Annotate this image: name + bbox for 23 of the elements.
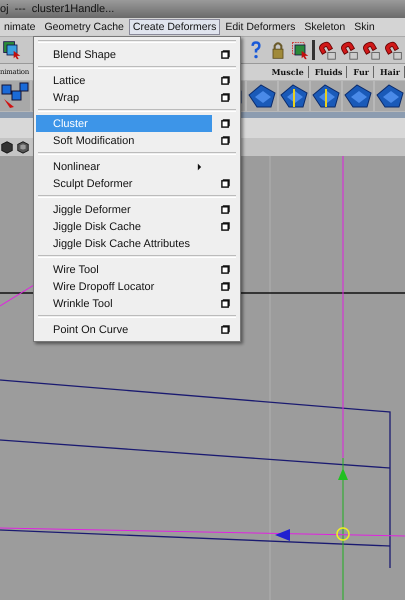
- menu-bar-item[interactable]: Geometry Cache: [40, 19, 128, 35]
- window-title: oj --- cluster1Handle...: [0, 3, 114, 15]
- menu-bar-item[interactable]: Skin: [350, 19, 379, 35]
- menu-item[interactable]: Lattice: [36, 72, 238, 89]
- shelf-tab[interactable]: Fluids: [310, 66, 348, 78]
- menu-item[interactable]: Wrinkle Tool: [36, 295, 238, 312]
- menu-item[interactable]: Sculpt Deformer: [36, 175, 238, 192]
- menu-item[interactable]: Wire Tool: [36, 261, 238, 278]
- shelf-tab[interactable]: Fur: [349, 66, 374, 78]
- shelf-tab[interactable]: Muscle: [268, 66, 309, 78]
- menu-item[interactable]: Nonlinear: [36, 158, 238, 175]
- menu-bar-item[interactable]: Create Deformers: [128, 19, 220, 35]
- shelf-tab[interactable]: Hair: [376, 66, 405, 78]
- menu-bar-item[interactable]: Skeleton: [300, 19, 350, 35]
- menu-item[interactable]: Soft Modification: [36, 132, 238, 149]
- menu-item[interactable]: Point On Curve: [36, 321, 238, 338]
- menu-bar-item[interactable]: Edit Deformers: [221, 19, 300, 35]
- menu-item[interactable]: Wire Dropoff Locator: [36, 278, 238, 295]
- menu-item[interactable]: Blend Shape: [36, 46, 238, 63]
- menu-item[interactable]: Jiggle Disk Cache: [36, 218, 238, 235]
- menu-item[interactable]: Jiggle Deformer: [36, 201, 238, 218]
- menu-bar-item[interactable]: nimate: [0, 19, 40, 35]
- menu-item[interactable]: Jiggle Disk Cache Attributes: [36, 235, 238, 252]
